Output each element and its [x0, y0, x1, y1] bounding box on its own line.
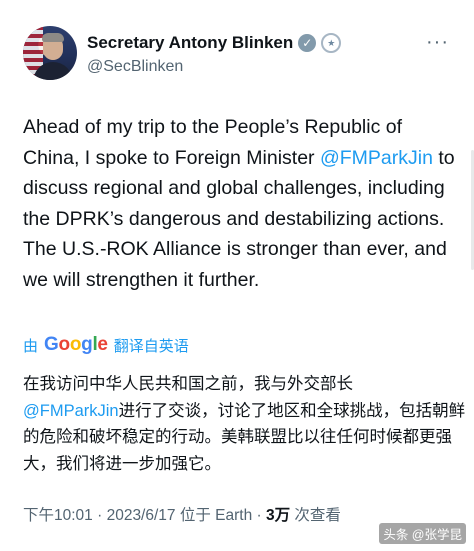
avatar-hair — [42, 33, 64, 42]
mention-link[interactable]: @FMParkJin — [320, 147, 433, 169]
author-handle[interactable]: @SecBlinken — [87, 58, 183, 76]
author-name[interactable]: Secretary Antony Blinken — [87, 33, 293, 53]
translation-attribution[interactable]: 由 Google 翻译自英语 — [23, 334, 189, 356]
tweet-meta: 下午10:01 · 2023/6/17 位于 Earth · 3万 次查看 — [23, 503, 341, 525]
view-count-label: 次查看 — [290, 507, 341, 524]
meta-separator: · — [92, 507, 107, 524]
view-count: 3万 — [266, 507, 291, 524]
more-options-icon[interactable]: ··· — [426, 31, 449, 54]
avatar[interactable] — [23, 26, 77, 80]
tweet-text: Ahead of my trip to the People’s Republi… — [23, 112, 461, 295]
translated-mention-link[interactable]: @FMParkJin — [23, 402, 119, 420]
meta-separator: · — [252, 507, 266, 524]
verified-badge-icon: ✓ — [298, 34, 317, 52]
tweet-location: 位于 Earth — [175, 507, 253, 524]
translated-text: 在我访问中华人民共和国之前，我与外交部长 @FMParkJin进行了交谈，讨论了地… — [23, 371, 468, 477]
government-seal-icon: ★ — [321, 33, 342, 53]
watermark: 头条 @张学昆 — [379, 523, 466, 544]
tweet-header: Secretary Antony Blinken ✓ ★ @SecBlinken… — [23, 25, 463, 85]
tweet-time[interactable]: 下午10:01 — [23, 507, 93, 524]
translation-suffix: 翻译自英语 — [113, 337, 189, 355]
translation-prefix: 由 — [23, 337, 39, 355]
google-logo: Google — [44, 334, 108, 355]
translated-line-1: 在我访问中华人民共和国之前，我与外交部长 — [23, 375, 353, 393]
author-name-row: Secretary Antony Blinken ✓ ★ — [87, 33, 342, 53]
tweet-date[interactable]: 2023/6/17 — [107, 507, 176, 524]
